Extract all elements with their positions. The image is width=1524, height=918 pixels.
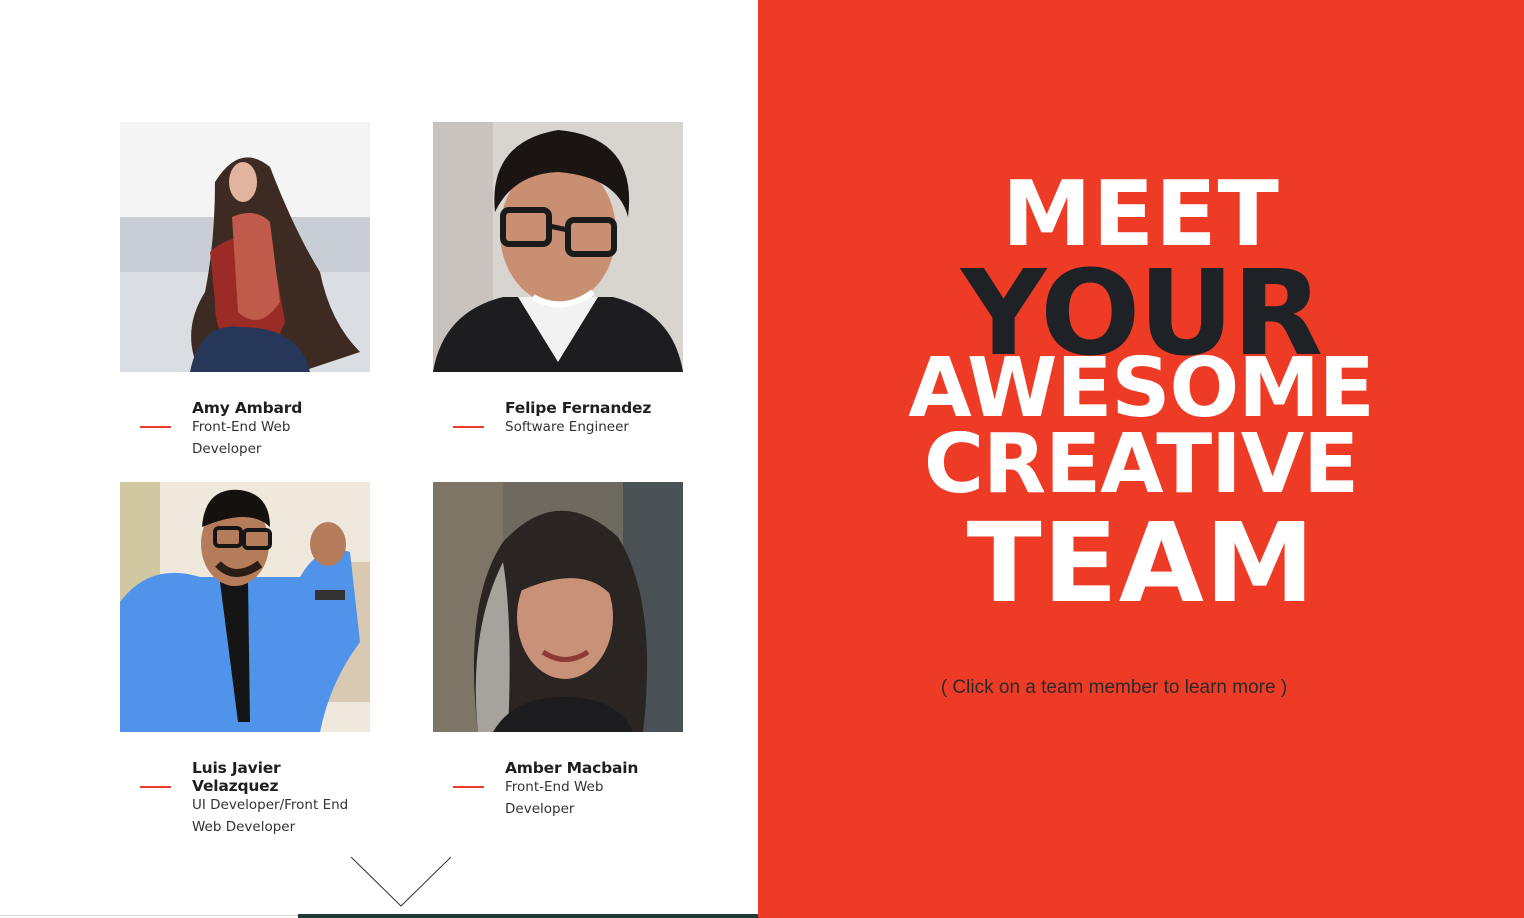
team-member-name: Luis Javier Velazquez xyxy=(192,759,281,795)
page-title: MEET YOUR AWESOME CREATIVE TEAM xyxy=(758,162,1524,627)
scroll-progress-bar xyxy=(298,914,758,918)
team-member-photo[interactable] xyxy=(120,122,370,372)
team-grid-panel: Amy Ambard Front-End Web Developer Felip… xyxy=(0,0,758,918)
team-member-info: Amber Macbain Front-End Web Developer xyxy=(433,759,683,820)
instruction-text: ( Click on a team member to learn more ) xyxy=(940,677,1288,698)
intro-panel: MEET YOUR AWESOME CREATIVE TEAM ( Click … xyxy=(758,0,1524,918)
accent-dash xyxy=(140,786,171,788)
team-member-name: Felipe Fernandez xyxy=(505,399,652,417)
headline-line-meet: MEET xyxy=(1002,162,1280,267)
divider xyxy=(0,915,298,916)
team-member-card-amber-macbain[interactable]: Amber Macbain Front-End Web Developer xyxy=(433,482,683,820)
team-member-photo[interactable] xyxy=(433,122,683,372)
team-member-info: Amy Ambard Front-End Web Developer xyxy=(120,399,370,460)
team-member-name: Amy Ambard xyxy=(192,399,303,417)
team-member-name: Amber Macbain xyxy=(505,759,639,777)
accent-dash xyxy=(140,426,171,428)
team-member-role: Front-End Web Developer xyxy=(192,419,291,457)
headline-line-creative: CREATIVE xyxy=(923,417,1359,512)
team-member-photo[interactable] xyxy=(120,482,370,732)
headline-line-awesome: AWESOME xyxy=(908,341,1375,436)
chevron-down-icon[interactable] xyxy=(350,856,452,908)
team-member-photo[interactable] xyxy=(433,482,683,732)
team-member-card-felipe-fernandez[interactable]: Felipe Fernandez Software Engineer xyxy=(433,122,683,438)
headline-line-team: TEAM xyxy=(966,499,1316,627)
team-member-info: Luis Javier Velazquez UI Developer/Front… xyxy=(120,759,370,838)
headline-line-your: YOUR xyxy=(960,244,1323,382)
team-member-role: Front-End Web Developer xyxy=(505,779,604,817)
team-member-role: UI Developer/Front End Web Developer xyxy=(192,797,349,835)
accent-dash xyxy=(453,426,484,428)
team-member-card-amy-ambard[interactable]: Amy Ambard Front-End Web Developer xyxy=(120,122,370,460)
accent-dash xyxy=(453,786,484,788)
team-member-info: Felipe Fernandez Software Engineer xyxy=(433,399,683,438)
team-member-role: Software Engineer xyxy=(505,419,629,435)
team-member-card-luis-javier-velazquez[interactable]: Luis Javier Velazquez UI Developer/Front… xyxy=(120,482,370,838)
